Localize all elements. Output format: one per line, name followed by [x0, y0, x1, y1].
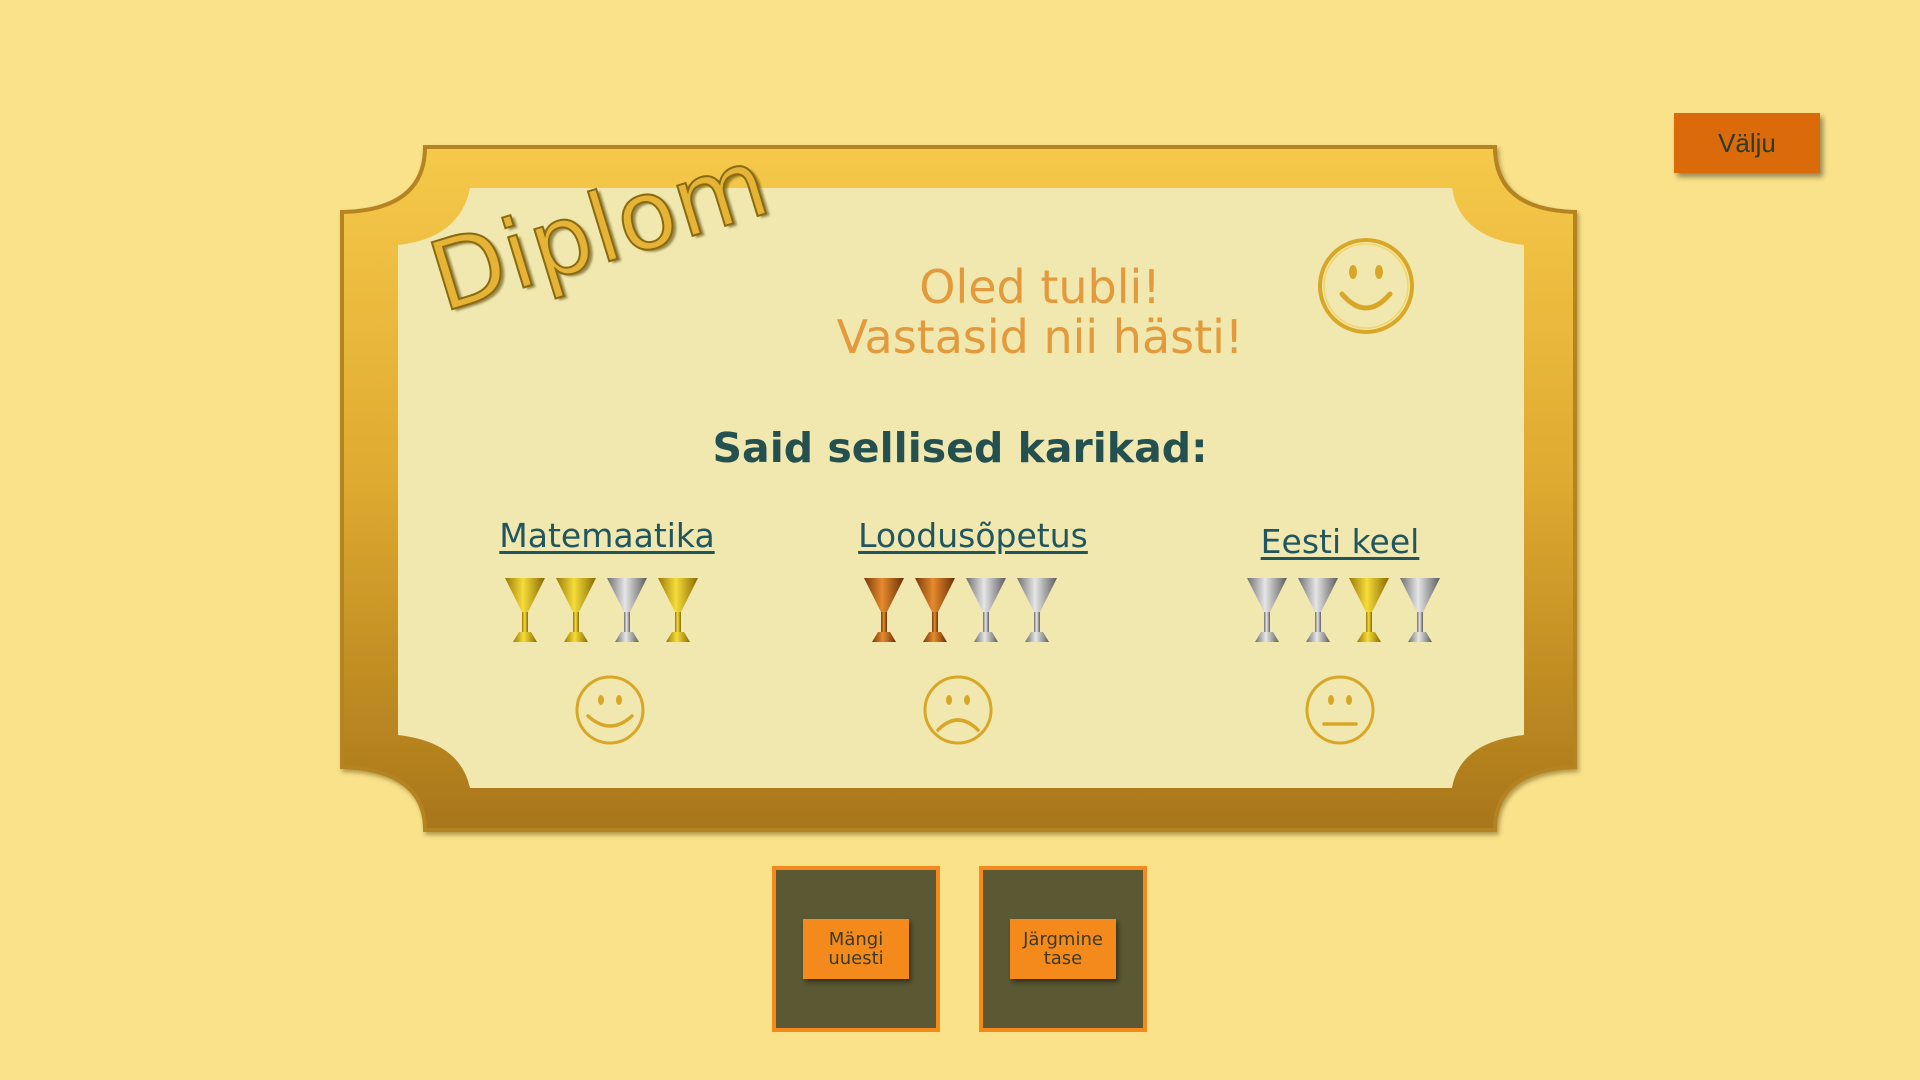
play-again-line-2: uuesti [828, 948, 884, 969]
bronze-trophy-icon [864, 578, 904, 642]
happy-face-icon [575, 675, 645, 745]
trophy-group [864, 578, 1057, 642]
subject-math: Matemaatika [457, 516, 757, 555]
subject-link-nature[interactable]: Loodusõpetus [823, 516, 1123, 555]
next-level-label[interactable]: Järgmine tase [1010, 919, 1116, 979]
sad-face-icon [923, 675, 993, 745]
praise-line-1: Oled tubli! [919, 260, 1161, 314]
subject-link-estonian[interactable]: Eesti keel [1190, 522, 1490, 561]
next-level-line-1: Järgmine [1023, 929, 1103, 950]
silver-trophy-icon [1298, 578, 1338, 642]
gold-trophy-icon [556, 578, 596, 642]
trophies-heading: Said sellised karikad: [712, 424, 1208, 472]
play-again-label[interactable]: Mängi uuesti [803, 919, 909, 979]
happy-face-icon [1318, 238, 1414, 334]
trophy-group [1247, 578, 1440, 642]
silver-trophy-icon [607, 578, 647, 642]
next-level-line-2: tase [1043, 948, 1083, 969]
neutral-face-icon [1305, 675, 1375, 745]
trophy-row-estonian [1245, 576, 1449, 648]
next-level-button[interactable]: Järgmine tase [979, 866, 1147, 1032]
subject-nature: Loodusõpetus [823, 516, 1123, 555]
praise-text: Oled tubli! Vastasid nii hästi! [780, 262, 1300, 362]
trophy-group [505, 578, 698, 642]
trophy-row-math [503, 576, 707, 648]
gold-trophy-icon [505, 578, 545, 642]
exit-button[interactable]: Välju [1674, 113, 1820, 173]
gold-trophy-icon [658, 578, 698, 642]
silver-trophy-icon [1400, 578, 1440, 642]
praise-line-2: Vastasid nii hästi! [836, 310, 1244, 364]
play-again-button[interactable]: Mängi uuesti [772, 866, 940, 1032]
subject-estonian: Eesti keel [1190, 522, 1490, 561]
bronze-trophy-icon [915, 578, 955, 642]
trophy-row-nature [862, 576, 1066, 648]
play-again-line-1: Mängi [828, 929, 884, 950]
mood-face-nature [922, 674, 994, 750]
silver-trophy-icon [1017, 578, 1057, 642]
mood-face-estonian [1304, 674, 1376, 750]
gold-trophy-icon [1349, 578, 1389, 642]
silver-trophy-icon [966, 578, 1006, 642]
mood-face-math [574, 674, 646, 750]
subject-link-math[interactable]: Matemaatika [457, 516, 757, 555]
silver-trophy-icon [1247, 578, 1287, 642]
